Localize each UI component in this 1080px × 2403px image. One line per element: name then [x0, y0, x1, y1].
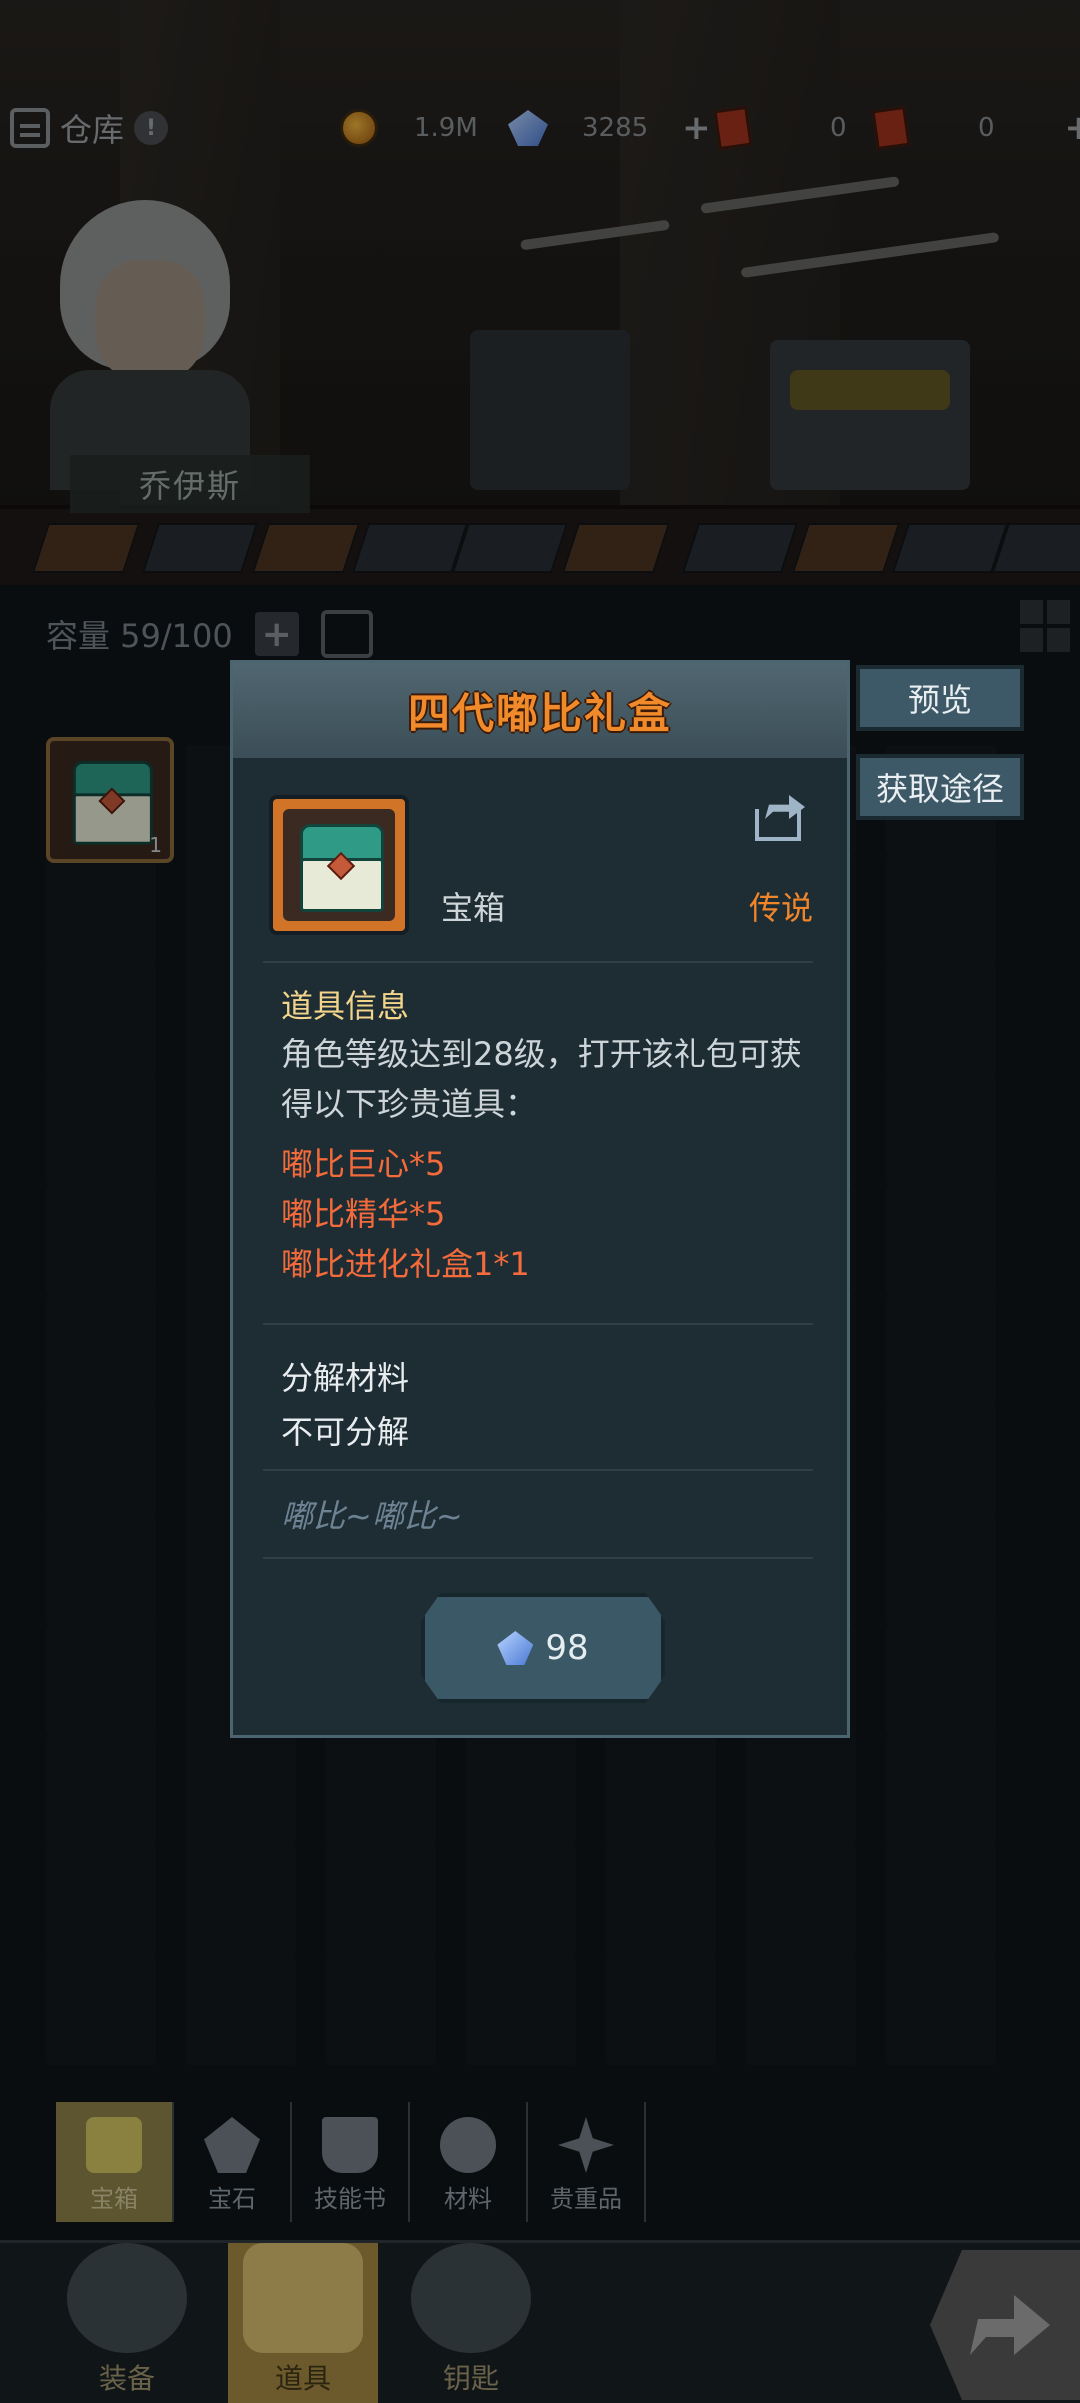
equipment-icon [67, 2243, 187, 2353]
nav-keys[interactable]: 钥匙 [396, 2243, 546, 2403]
category-tabs: 宝箱 宝石 技能书 材料 贵重品 [56, 2102, 646, 2222]
material-icon [440, 2117, 496, 2173]
arrow-right-icon [970, 2295, 1050, 2355]
tab-label: 宝箱 [90, 2185, 138, 2213]
price-button[interactable]: 98 [421, 1593, 665, 1703]
tab-gem[interactable]: 宝石 [174, 2102, 292, 2222]
nav-label: 钥匙 [442, 2362, 499, 2395]
nav-label: 装备 [98, 2362, 155, 2395]
chest-icon [86, 2117, 142, 2173]
reward-list: 嘟比巨心*5 嘟比精华*5 嘟比进化礼盒1*1 [281, 1139, 530, 1289]
source-button[interactable]: 获取途径 [856, 754, 1024, 820]
item-rarity: 传说 [748, 889, 813, 927]
nav-label: 道具 [274, 2362, 331, 2395]
nav-items[interactable]: 道具 [228, 2243, 378, 2403]
reward-item: 嘟比进化礼盒1*1 [281, 1245, 530, 1283]
divider [263, 1557, 813, 1559]
item-icon-frame [269, 795, 409, 935]
popup-header: 四代嘟比礼盒 [233, 663, 847, 758]
divider [263, 961, 813, 963]
reward-item: 嘟比巨心*5 [281, 1145, 446, 1183]
tab-valuable[interactable]: 贵重品 [528, 2102, 646, 2222]
bottom-nav: 装备 道具 钥匙 [0, 2240, 1080, 2403]
tab-label: 技能书 [314, 2185, 386, 2213]
divider [263, 1323, 813, 1325]
next-arrow-button[interactable] [930, 2250, 1080, 2400]
valuable-icon [558, 2117, 614, 2173]
gem-icon [497, 1631, 534, 1665]
price-value: 98 [545, 1628, 589, 1668]
book-icon [322, 2117, 378, 2173]
flavor-text: 嘟比~嘟比~ [281, 1497, 463, 1535]
decompose-value: 不可分解 [281, 1413, 410, 1451]
tab-label: 宝石 [208, 2185, 256, 2213]
divider [263, 1469, 813, 1471]
item-title: 四代嘟比礼盒 [407, 689, 672, 738]
decompose-title: 分解材料 [281, 1359, 410, 1397]
item-type: 宝箱 [441, 889, 506, 927]
key-icon [411, 2243, 531, 2353]
nav-equipment[interactable]: 装备 [52, 2243, 202, 2403]
share-icon[interactable] [751, 791, 807, 843]
tab-label: 材料 [444, 2185, 492, 2213]
preview-button[interactable]: 预览 [856, 665, 1024, 731]
tab-label: 贵重品 [550, 2185, 622, 2213]
reward-item: 嘟比精华*5 [281, 1195, 446, 1233]
item-chest-icon [243, 2243, 363, 2353]
item-description: 角色等级达到28级，打开该礼包可获得以下珍贵道具： [281, 1035, 802, 1123]
gift-box-icon [294, 820, 384, 912]
info-section-title: 道具信息 [281, 987, 410, 1025]
gem-icon [204, 2117, 260, 2173]
tab-material[interactable]: 材料 [410, 2102, 528, 2222]
tab-chest[interactable]: 宝箱 [56, 2102, 174, 2222]
item-detail-popup: 四代嘟比礼盒 宝箱 传说 道具信息 角色等级达到28级，打开该礼包可获得以下珍贵… [230, 660, 850, 1738]
tab-skill-book[interactable]: 技能书 [292, 2102, 410, 2222]
